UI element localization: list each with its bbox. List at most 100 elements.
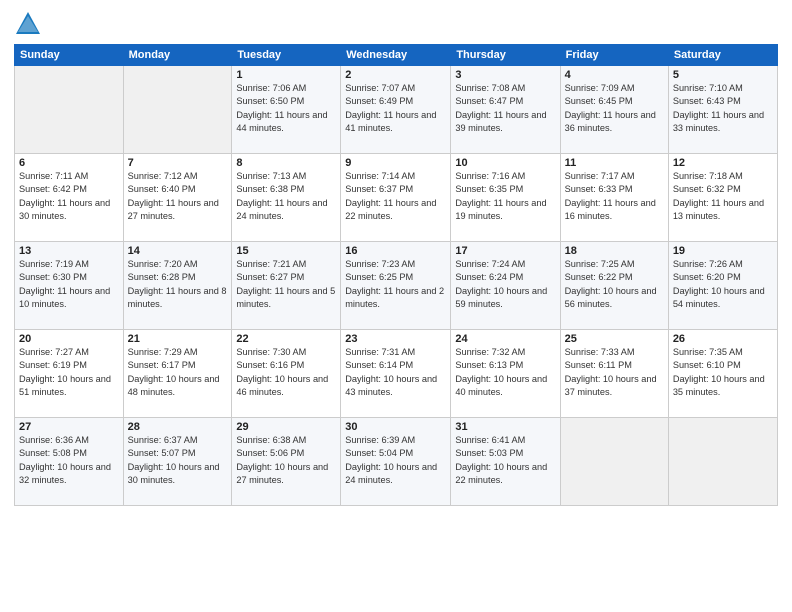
day-number: 3 xyxy=(455,69,555,81)
day-info: Sunrise: 7:08 AM Sunset: 6:47 PM Dayligh… xyxy=(455,82,555,135)
day-info: Sunrise: 7:09 AM Sunset: 6:45 PM Dayligh… xyxy=(565,82,664,135)
day-number: 12 xyxy=(673,157,773,169)
day-number: 5 xyxy=(673,69,773,81)
calendar-cell xyxy=(123,66,232,154)
day-number: 23 xyxy=(345,333,446,345)
calendar-cell: 10Sunrise: 7:16 AM Sunset: 6:35 PM Dayli… xyxy=(451,154,560,242)
day-number: 28 xyxy=(128,421,228,433)
calendar-cell: 4Sunrise: 7:09 AM Sunset: 6:45 PM Daylig… xyxy=(560,66,668,154)
day-number: 25 xyxy=(565,333,664,345)
day-info: Sunrise: 7:23 AM Sunset: 6:25 PM Dayligh… xyxy=(345,258,446,311)
calendar-cell: 8Sunrise: 7:13 AM Sunset: 6:38 PM Daylig… xyxy=(232,154,341,242)
weekday-header: Sunday xyxy=(15,45,124,66)
day-number: 29 xyxy=(236,421,336,433)
day-number: 22 xyxy=(236,333,336,345)
calendar-week-row: 13Sunrise: 7:19 AM Sunset: 6:30 PM Dayli… xyxy=(15,242,778,330)
day-number: 20 xyxy=(19,333,119,345)
day-info: Sunrise: 7:32 AM Sunset: 6:13 PM Dayligh… xyxy=(455,346,555,399)
calendar-cell: 7Sunrise: 7:12 AM Sunset: 6:40 PM Daylig… xyxy=(123,154,232,242)
calendar-cell: 22Sunrise: 7:30 AM Sunset: 6:16 PM Dayli… xyxy=(232,330,341,418)
calendar-cell: 2Sunrise: 7:07 AM Sunset: 6:49 PM Daylig… xyxy=(341,66,451,154)
day-number: 26 xyxy=(673,333,773,345)
weekday-header: Monday xyxy=(123,45,232,66)
calendar-cell: 3Sunrise: 7:08 AM Sunset: 6:47 PM Daylig… xyxy=(451,66,560,154)
day-info: Sunrise: 7:13 AM Sunset: 6:38 PM Dayligh… xyxy=(236,170,336,223)
weekday-header-row: SundayMondayTuesdayWednesdayThursdayFrid… xyxy=(15,45,778,66)
calendar-week-row: 1Sunrise: 7:06 AM Sunset: 6:50 PM Daylig… xyxy=(15,66,778,154)
day-info: Sunrise: 6:36 AM Sunset: 5:08 PM Dayligh… xyxy=(19,434,119,487)
day-number: 10 xyxy=(455,157,555,169)
day-info: Sunrise: 7:26 AM Sunset: 6:20 PM Dayligh… xyxy=(673,258,773,311)
calendar-cell: 6Sunrise: 7:11 AM Sunset: 6:42 PM Daylig… xyxy=(15,154,124,242)
day-number: 19 xyxy=(673,245,773,257)
calendar-cell: 11Sunrise: 7:17 AM Sunset: 6:33 PM Dayli… xyxy=(560,154,668,242)
day-number: 27 xyxy=(19,421,119,433)
calendar-cell: 28Sunrise: 6:37 AM Sunset: 5:07 PM Dayli… xyxy=(123,418,232,506)
day-info: Sunrise: 7:10 AM Sunset: 6:43 PM Dayligh… xyxy=(673,82,773,135)
calendar-week-row: 20Sunrise: 7:27 AM Sunset: 6:19 PM Dayli… xyxy=(15,330,778,418)
day-number: 18 xyxy=(565,245,664,257)
day-info: Sunrise: 7:07 AM Sunset: 6:49 PM Dayligh… xyxy=(345,82,446,135)
day-number: 13 xyxy=(19,245,119,257)
day-number: 8 xyxy=(236,157,336,169)
day-number: 14 xyxy=(128,245,228,257)
calendar-cell xyxy=(668,418,777,506)
logo-icon xyxy=(14,10,42,38)
day-info: Sunrise: 7:18 AM Sunset: 6:32 PM Dayligh… xyxy=(673,170,773,223)
day-info: Sunrise: 7:35 AM Sunset: 6:10 PM Dayligh… xyxy=(673,346,773,399)
calendar-cell: 23Sunrise: 7:31 AM Sunset: 6:14 PM Dayli… xyxy=(341,330,451,418)
calendar-cell: 30Sunrise: 6:39 AM Sunset: 5:04 PM Dayli… xyxy=(341,418,451,506)
day-info: Sunrise: 7:31 AM Sunset: 6:14 PM Dayligh… xyxy=(345,346,446,399)
day-number: 16 xyxy=(345,245,446,257)
day-info: Sunrise: 7:16 AM Sunset: 6:35 PM Dayligh… xyxy=(455,170,555,223)
day-info: Sunrise: 7:30 AM Sunset: 6:16 PM Dayligh… xyxy=(236,346,336,399)
day-number: 1 xyxy=(236,69,336,81)
weekday-header: Tuesday xyxy=(232,45,341,66)
day-info: Sunrise: 7:29 AM Sunset: 6:17 PM Dayligh… xyxy=(128,346,228,399)
weekday-header: Saturday xyxy=(668,45,777,66)
day-info: Sunrise: 6:39 AM Sunset: 5:04 PM Dayligh… xyxy=(345,434,446,487)
day-info: Sunrise: 7:27 AM Sunset: 6:19 PM Dayligh… xyxy=(19,346,119,399)
day-number: 17 xyxy=(455,245,555,257)
day-number: 6 xyxy=(19,157,119,169)
day-info: Sunrise: 7:11 AM Sunset: 6:42 PM Dayligh… xyxy=(19,170,119,223)
calendar-cell: 29Sunrise: 6:38 AM Sunset: 5:06 PM Dayli… xyxy=(232,418,341,506)
day-info: Sunrise: 7:20 AM Sunset: 6:28 PM Dayligh… xyxy=(128,258,228,311)
day-info: Sunrise: 7:06 AM Sunset: 6:50 PM Dayligh… xyxy=(236,82,336,135)
day-number: 30 xyxy=(345,421,446,433)
day-info: Sunrise: 6:37 AM Sunset: 5:07 PM Dayligh… xyxy=(128,434,228,487)
calendar-cell xyxy=(560,418,668,506)
day-info: Sunrise: 7:21 AM Sunset: 6:27 PM Dayligh… xyxy=(236,258,336,311)
day-number: 21 xyxy=(128,333,228,345)
day-info: Sunrise: 7:14 AM Sunset: 6:37 PM Dayligh… xyxy=(345,170,446,223)
day-number: 15 xyxy=(236,245,336,257)
day-number: 24 xyxy=(455,333,555,345)
calendar-cell: 12Sunrise: 7:18 AM Sunset: 6:32 PM Dayli… xyxy=(668,154,777,242)
calendar-cell: 15Sunrise: 7:21 AM Sunset: 6:27 PM Dayli… xyxy=(232,242,341,330)
calendar-cell: 14Sunrise: 7:20 AM Sunset: 6:28 PM Dayli… xyxy=(123,242,232,330)
calendar-cell: 9Sunrise: 7:14 AM Sunset: 6:37 PM Daylig… xyxy=(341,154,451,242)
calendar-cell: 20Sunrise: 7:27 AM Sunset: 6:19 PM Dayli… xyxy=(15,330,124,418)
calendar-cell: 1Sunrise: 7:06 AM Sunset: 6:50 PM Daylig… xyxy=(232,66,341,154)
calendar-table: SundayMondayTuesdayWednesdayThursdayFrid… xyxy=(14,44,778,506)
calendar-cell: 24Sunrise: 7:32 AM Sunset: 6:13 PM Dayli… xyxy=(451,330,560,418)
calendar-cell: 25Sunrise: 7:33 AM Sunset: 6:11 PM Dayli… xyxy=(560,330,668,418)
day-info: Sunrise: 6:38 AM Sunset: 5:06 PM Dayligh… xyxy=(236,434,336,487)
calendar-week-row: 6Sunrise: 7:11 AM Sunset: 6:42 PM Daylig… xyxy=(15,154,778,242)
header xyxy=(14,10,778,38)
calendar-cell xyxy=(15,66,124,154)
day-number: 7 xyxy=(128,157,228,169)
day-info: Sunrise: 7:25 AM Sunset: 6:22 PM Dayligh… xyxy=(565,258,664,311)
day-info: Sunrise: 7:33 AM Sunset: 6:11 PM Dayligh… xyxy=(565,346,664,399)
day-number: 11 xyxy=(565,157,664,169)
day-number: 2 xyxy=(345,69,446,81)
weekday-header: Thursday xyxy=(451,45,560,66)
calendar-cell: 27Sunrise: 6:36 AM Sunset: 5:08 PM Dayli… xyxy=(15,418,124,506)
calendar-cell: 18Sunrise: 7:25 AM Sunset: 6:22 PM Dayli… xyxy=(560,242,668,330)
calendar-cell: 19Sunrise: 7:26 AM Sunset: 6:20 PM Dayli… xyxy=(668,242,777,330)
calendar-week-row: 27Sunrise: 6:36 AM Sunset: 5:08 PM Dayli… xyxy=(15,418,778,506)
day-number: 9 xyxy=(345,157,446,169)
day-info: Sunrise: 7:17 AM Sunset: 6:33 PM Dayligh… xyxy=(565,170,664,223)
calendar-cell: 26Sunrise: 7:35 AM Sunset: 6:10 PM Dayli… xyxy=(668,330,777,418)
calendar-cell: 31Sunrise: 6:41 AM Sunset: 5:03 PM Dayli… xyxy=(451,418,560,506)
